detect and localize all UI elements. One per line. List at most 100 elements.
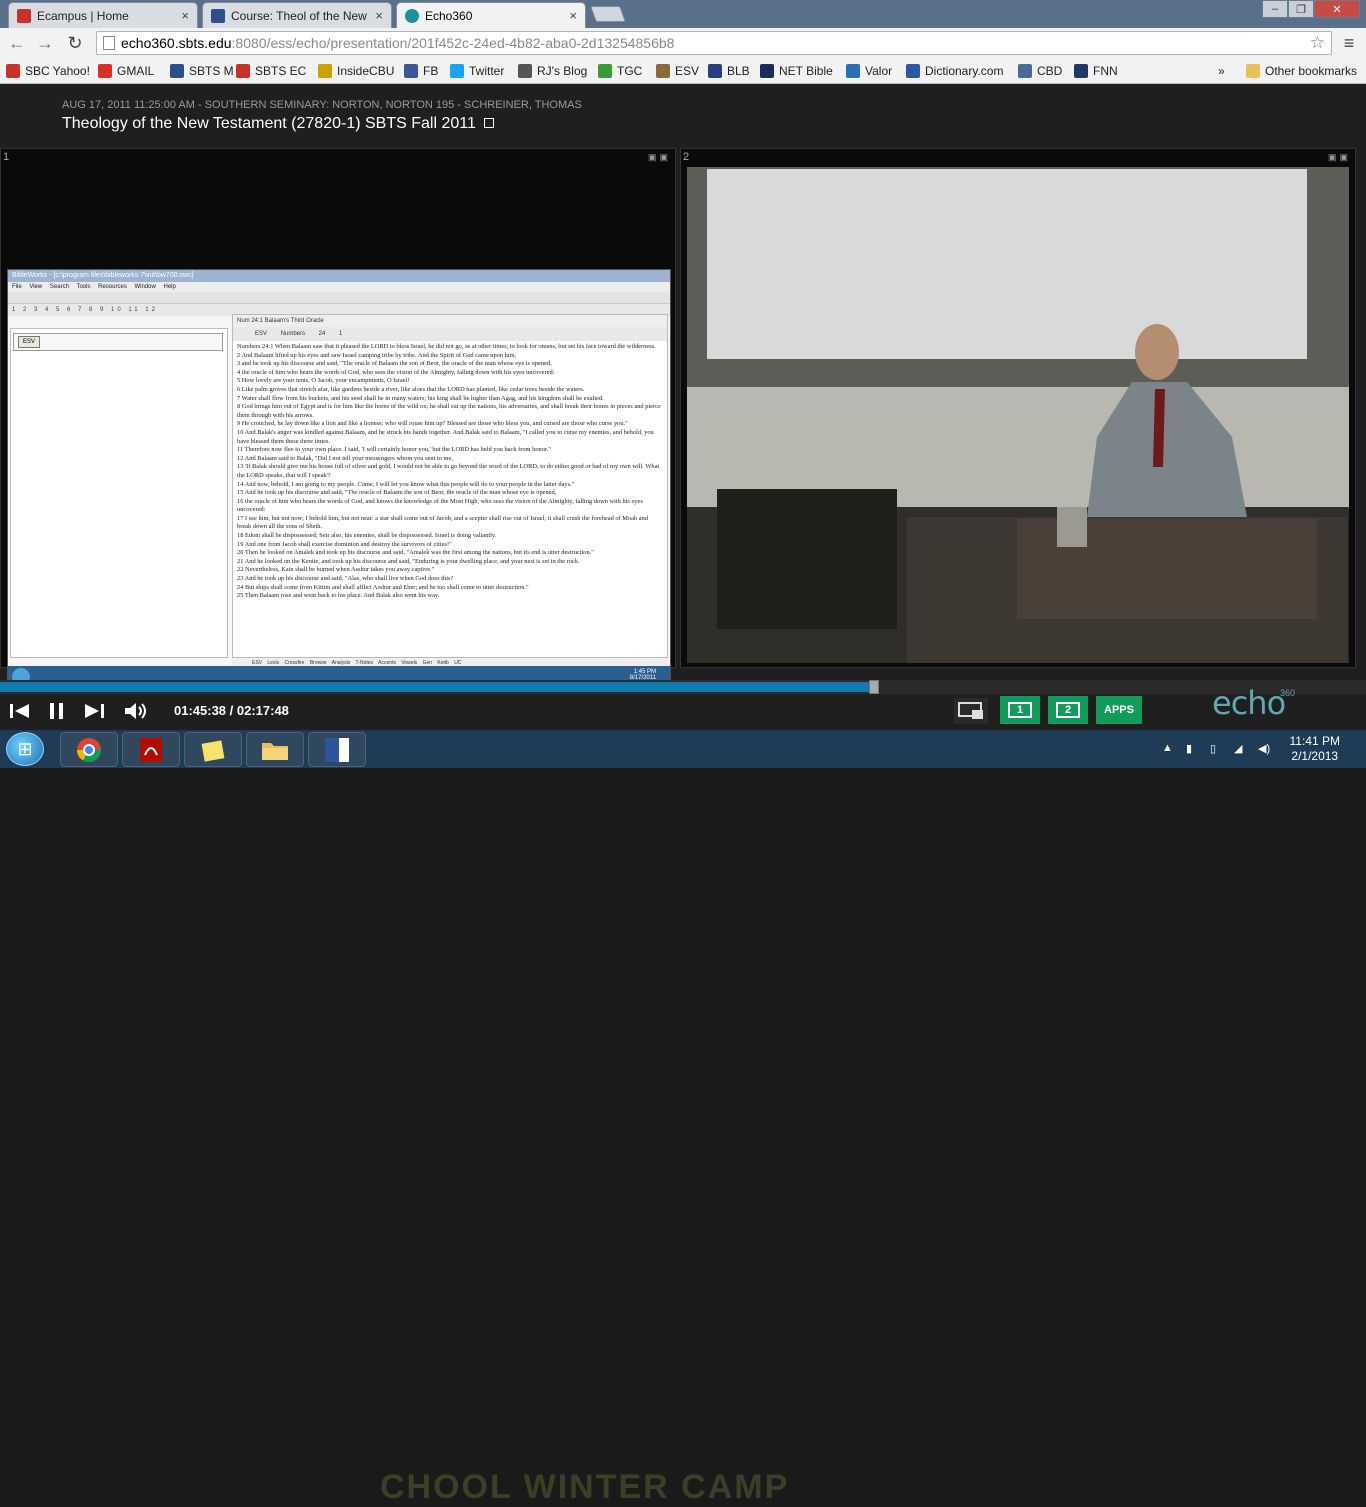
bookmarks-overflow-button[interactable]: » [1218, 62, 1225, 80]
back-button[interactable]: ← [6, 32, 28, 54]
panel-window-icons[interactable]: ▣▣ [648, 152, 671, 163]
bookmark-favicon-icon [170, 64, 184, 78]
layout-button[interactable] [954, 698, 988, 724]
close-icon[interactable]: × [181, 8, 189, 23]
verse-line: 5 How lovely are your tents, O Jacob, yo… [237, 377, 410, 385]
progress-handle[interactable] [868, 680, 879, 694]
verse-line: 4 the oracle of him who hears the words … [237, 368, 555, 376]
verse-line: 12 And Balaam said to Balak, "Did I not … [237, 454, 453, 462]
bibleworks-titlebar: BibleWorks - [c:\program files\biblework… [8, 270, 670, 282]
progress-fill [0, 682, 869, 692]
reference-header: Num 24:1 Balaam's Third Oracle [233, 315, 667, 327]
bookmark-favicon-icon [846, 64, 860, 78]
view-2-button[interactable]: 2 [1048, 696, 1088, 724]
external-link-icon[interactable] [484, 118, 495, 128]
battery-icon[interactable]: ▯ [1210, 742, 1216, 755]
tab-course[interactable]: Course: Theol of the New × [202, 2, 392, 28]
close-icon[interactable]: × [375, 8, 383, 23]
verse-line: 20 Then he looked on Amalek and took up … [237, 549, 594, 557]
minimize-button[interactable]: – [1262, 0, 1288, 18]
tab-ecampus[interactable]: Ecampus | Home × [8, 2, 198, 28]
other-bookmarks[interactable]: Other bookmarks [1246, 62, 1357, 80]
verse-line: 3 and he took up his discourse and said,… [237, 360, 552, 368]
bookmark-tgc[interactable]: TGC [598, 62, 642, 80]
pause-button[interactable] [44, 698, 70, 724]
word-taskbar-button[interactable] [308, 732, 366, 767]
bookmark-fnn[interactable]: FNN [1074, 62, 1118, 80]
bookmark-cbd[interactable]: CBD [1018, 62, 1062, 80]
bibleworks-search-pane: ESV [10, 328, 228, 658]
bookmark-sbc-yahoo-[interactable]: SBC Yahoo! [6, 62, 90, 80]
time-display: 01:45:38 / 02:17:48 [174, 703, 289, 718]
panel-number: 2 [683, 151, 690, 163]
bookmark-net-bible[interactable]: NET Bible [760, 62, 833, 80]
panel-window-icons[interactable]: ▣▣ [1328, 152, 1351, 163]
apps-button[interactable]: APPS [1096, 696, 1142, 724]
system-clock[interactable]: 11:41 PM 2/1/2013 [1290, 734, 1340, 764]
bookmark-sbts-ec[interactable]: SBTS EC [236, 62, 306, 80]
browser-chrome: Ecampus | Home × Course: Theol of the Ne… [0, 0, 1366, 84]
volume-button[interactable] [122, 698, 150, 724]
bookmark-favicon-icon [598, 64, 612, 78]
presentation-meta: AUG 17, 2011 11:25:00 AM - SOUTHERN SEMI… [62, 99, 582, 111]
bookmark-esv[interactable]: ESV [656, 62, 699, 80]
skip-back-button[interactable] [6, 698, 34, 724]
bookmark-twitter[interactable]: Twitter [450, 62, 504, 80]
bookmark-blb[interactable]: BLB [708, 62, 750, 80]
bookmark-favicon-icon [656, 64, 670, 78]
start-button[interactable]: ⊞ [6, 732, 44, 766]
menu-icon[interactable]: ≡ [1338, 32, 1360, 54]
tab-label: Course: Theol of the New [231, 8, 367, 23]
network-icon[interactable]: ◢ [1234, 742, 1242, 755]
skip-forward-button[interactable] [80, 698, 108, 724]
echo360-player: AUG 17, 2011 11:25:00 AM - SOUTHERN SEMI… [0, 84, 1366, 730]
tab-label: Ecampus | Home [37, 8, 129, 23]
forward-button[interactable]: → [34, 32, 56, 54]
bookmark-insidecbu[interactable]: InsideCBU [318, 62, 394, 80]
progress-bar[interactable] [0, 680, 1366, 694]
bookmark-gmail[interactable]: GMAIL [98, 62, 154, 80]
bookmark-dictionary-com[interactable]: Dictionary.com [906, 62, 1003, 80]
star-icon[interactable]: ☆ [1310, 32, 1325, 54]
verse-line: 21 And he looked on the Kenite, and took… [237, 557, 580, 565]
bookmark-label: Valor [865, 64, 893, 78]
verse-line: 16 the oracle of him who hears the words… [237, 497, 643, 514]
bookmark-label: InsideCBU [337, 64, 395, 78]
bookmarks-bar: SBC Yahoo! GMAIL SBTS M SBTS EC InsideCBU FB T… [0, 58, 1366, 84]
sticky-notes-taskbar-button[interactable] [184, 732, 242, 767]
clock-time: 11:41 PM [1289, 734, 1340, 748]
bookmark-favicon-icon [1018, 64, 1032, 78]
view-1-button[interactable]: 1 [1000, 696, 1040, 724]
bookmark-favicon-icon [518, 64, 532, 78]
pause-icon [50, 703, 63, 719]
verse-line: 22 Nevertheless, Kain shall be burned wh… [237, 566, 435, 574]
bibleworks-menu: File View Search Tools Resources Window … [8, 282, 670, 292]
bookmark-sbts-m[interactable]: SBTS M [170, 62, 234, 80]
address-bar[interactable]: echo360.sbts.edu:8080/ess/echo/presentat… [96, 31, 1332, 55]
bookmark-fb[interactable]: FB [404, 62, 438, 80]
volume-tray-icon[interactable]: ◀) [1258, 742, 1270, 755]
show-hidden-icons[interactable]: ▲ [1162, 742, 1173, 754]
explorer-taskbar-button[interactable] [246, 732, 304, 767]
close-icon[interactable]: × [569, 8, 577, 23]
flag-icon[interactable]: ▮ [1186, 742, 1192, 755]
lecture-video [687, 167, 1349, 663]
verse-line: 14 And now, behold, I am going to my peo… [237, 480, 575, 488]
verse-line: 24 But ships shall come from Kittim and … [237, 583, 529, 591]
bookmark-valor[interactable]: Valor [846, 62, 892, 80]
reload-button[interactable]: ↻ [64, 32, 86, 54]
chrome-taskbar-button[interactable] [60, 732, 118, 767]
bookmark-label: SBTS M [189, 64, 234, 78]
bookmark-favicon-icon [1074, 64, 1088, 78]
bookmark-label: RJ's Blog [537, 64, 588, 78]
close-window-button[interactable]: ✕ [1314, 0, 1360, 18]
tab-echo360[interactable]: Echo360 × [396, 2, 586, 28]
acrobat-taskbar-button[interactable] [122, 732, 180, 767]
bookmark-rj-s-blog[interactable]: RJ's Blog [518, 62, 587, 80]
bookmark-favicon-icon [318, 64, 332, 78]
verse-line: 17 I see him, but not now; I behold him,… [237, 514, 649, 531]
maximize-button[interactable]: ❐ [1288, 0, 1314, 18]
verse-line: 7 Water shall flow from his buckets, and… [237, 394, 604, 402]
bibleworks-toolbar [8, 292, 670, 304]
new-tab-button[interactable] [590, 6, 626, 22]
